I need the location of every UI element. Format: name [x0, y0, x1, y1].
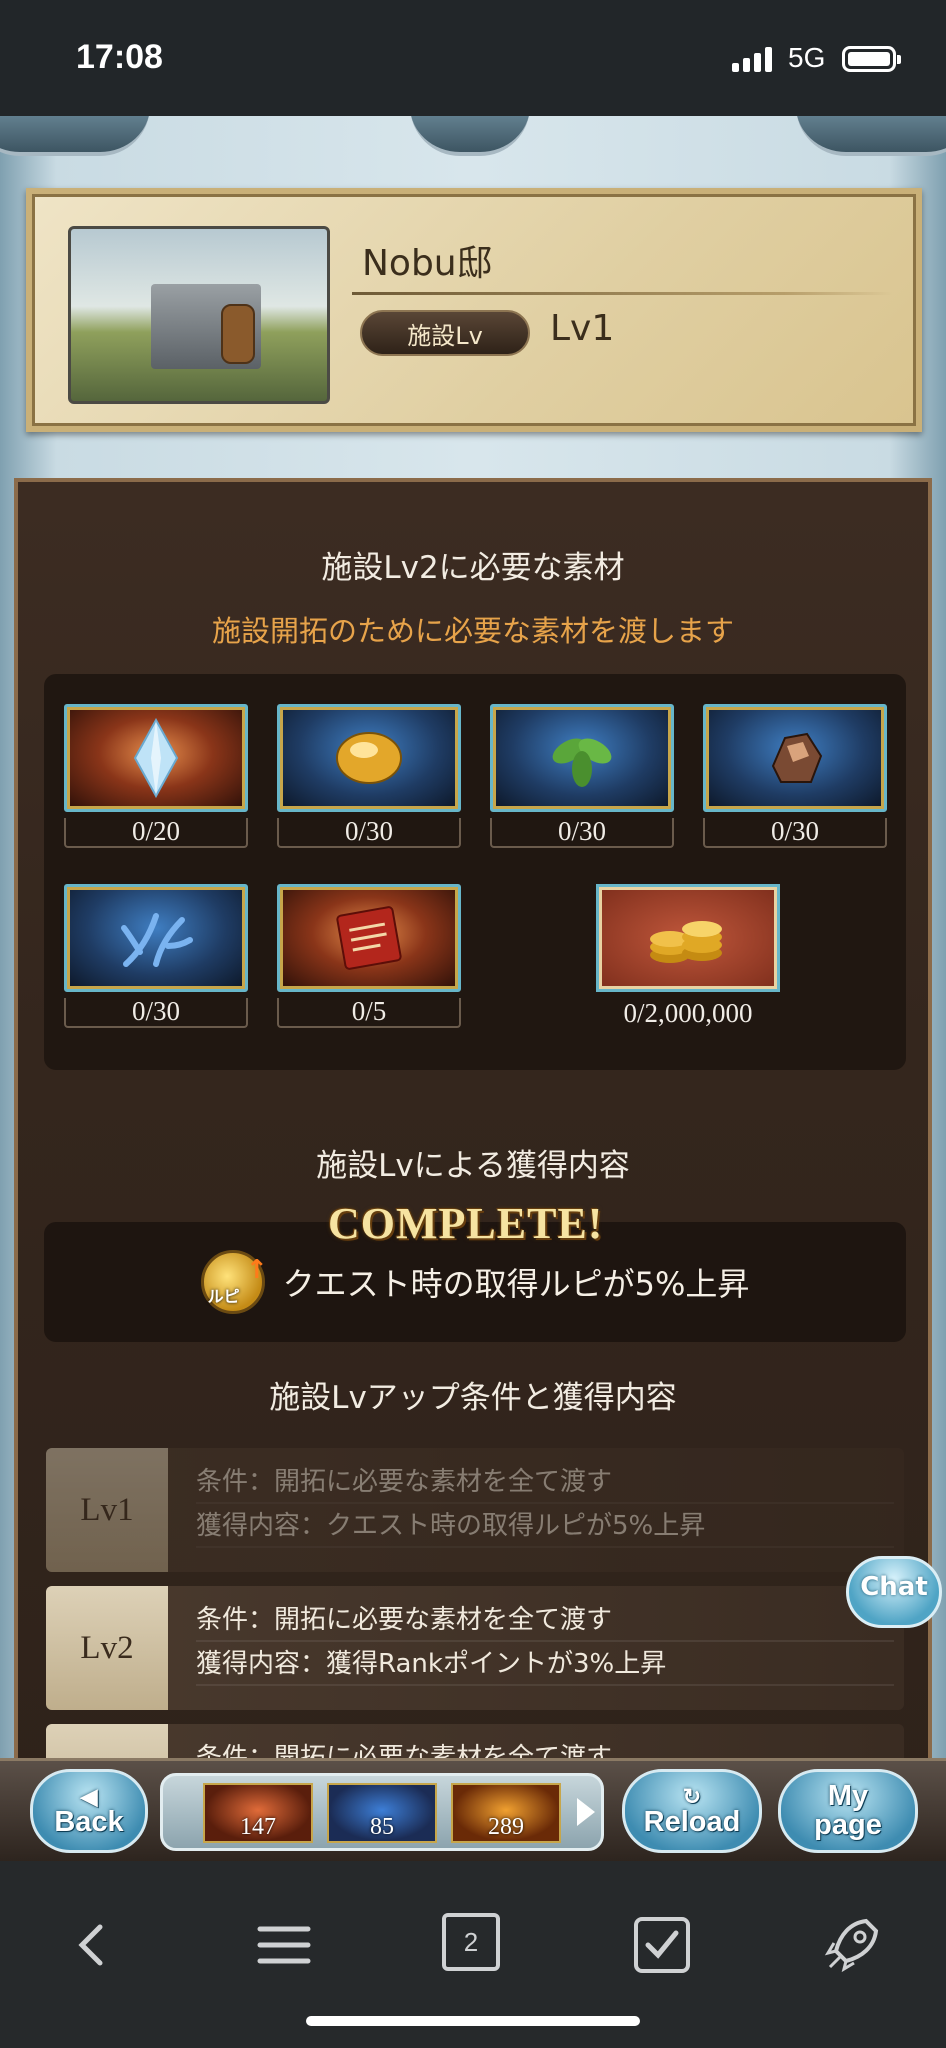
gold-nugget-icon	[336, 732, 402, 784]
divider	[352, 292, 892, 295]
battery-icon	[842, 46, 901, 72]
leaf-icon	[552, 738, 612, 787]
mypage-button[interactable]: My page	[778, 1769, 918, 1853]
item-shortcut-strip: 147 85 289	[160, 1773, 604, 1851]
water-item-icon[interactable]: 85	[327, 1783, 437, 1843]
bonus-text: クエスト時の取得ルピが5%上昇	[282, 1265, 750, 1303]
level-row: Lv1 条件：開拓に必要な素材を全て渡す 獲得内容：クエスト時の取得ルピが5%上…	[46, 1448, 904, 1572]
rupie-count: 0/2,000,000	[623, 998, 753, 1028]
network-type: 5G	[788, 42, 826, 73]
level-condition: 条件：開拓に必要な素材を全て渡す	[196, 1598, 894, 1642]
level-condition: 条件：開拓に必要な素材を全て渡す	[196, 1460, 894, 1504]
material-count: 0/30	[703, 818, 887, 848]
materials-subtitle: 施設開拓のために必要な素材を渡します	[211, 614, 734, 648]
material-count: 0/5	[277, 998, 461, 1028]
materials-title: 施設Lv2に必要な素材	[18, 542, 928, 587]
checkbox-icon[interactable]	[630, 1913, 694, 1977]
level-reward: 獲得内容：獲得Rankポイントが3%上昇	[196, 1642, 894, 1686]
crystal-icon	[133, 718, 179, 798]
levelup-title: 施設Lvアップ条件と獲得内容	[18, 1372, 928, 1417]
reload-button[interactable]: ↻ Reload	[622, 1769, 762, 1853]
material-count: 0/30	[64, 998, 248, 1028]
material-item[interactable]: 0/20	[64, 704, 248, 848]
cell-signal-icon	[732, 46, 772, 72]
material-item[interactable]: 0/30	[703, 704, 887, 848]
rupie-up-icon: ↑ ルピ	[200, 1250, 268, 1314]
tabs-button[interactable]: 2	[442, 1913, 500, 1971]
reload-icon: ↻	[682, 1783, 702, 1809]
fire-item-icon[interactable]: 147	[203, 1783, 313, 1843]
back-button[interactable]: ◀ Back	[30, 1769, 148, 1853]
game-view: Nobu邸 施設Lv Lv1 施設Lv2に必要な素材 施設開拓のために必要な素材…	[0, 116, 946, 1861]
frame-ornament-right	[796, 116, 946, 156]
level-label: Lv1	[46, 1448, 168, 1572]
material-count: 0/30	[277, 818, 461, 848]
material-count: 0/30	[490, 818, 674, 848]
materials-box: 0/20 0/30 0/30 0/30 0/30 0/5 0/2,000,000	[44, 674, 906, 1070]
frame-ornament-center	[410, 116, 530, 156]
back-icon[interactable]	[62, 1913, 126, 1977]
material-item[interactable]: 0/30	[490, 704, 674, 848]
rupie-item[interactable]: 0/2,000,000	[596, 884, 780, 1029]
light-item-icon[interactable]: 289	[451, 1783, 561, 1843]
rocket-icon[interactable]	[820, 1913, 884, 1977]
strip-next-arrow-icon[interactable]	[577, 1798, 595, 1826]
level-label: Lv2	[46, 1586, 168, 1710]
home-indicator	[306, 2016, 640, 2026]
rupie-coins-icon	[650, 921, 722, 963]
game-nav-bar: ◀ Back 147 85 289 ↻ Reload My page	[0, 1758, 946, 1861]
material-item[interactable]: 0/5	[277, 884, 461, 1028]
complete-stamp: COMPLETE!	[328, 1199, 604, 1248]
clock: 17:08	[76, 38, 163, 76]
scroll-icon	[336, 906, 402, 970]
facility-lv-badge: 施設Lv	[360, 310, 530, 356]
ore-icon	[771, 732, 823, 783]
material-item[interactable]: 0/30	[64, 884, 248, 1028]
material-count: 0/20	[64, 818, 248, 848]
back-arrow-icon: ◀	[80, 1783, 98, 1809]
facility-name: Nobu邸	[362, 243, 493, 284]
level-row: Lv2 条件：開拓に必要な素材を全て渡す 獲得内容：獲得Rankポイントが3%上…	[46, 1586, 904, 1710]
material-item[interactable]: 0/30	[277, 704, 461, 848]
coral-icon	[121, 913, 193, 967]
level-reward: 獲得内容：クエスト時の取得ルピが5%上昇	[196, 1504, 894, 1548]
menu-icon[interactable]	[252, 1913, 316, 1977]
bonus-title: 施設Lvによる獲得内容	[18, 1140, 928, 1185]
facility-lv-value: Lv1	[550, 308, 615, 349]
chat-button[interactable]: Chat	[846, 1556, 942, 1628]
facility-panel: 施設Lv2に必要な素材 施設開拓のために必要な素材を渡します 0/20 0/30…	[14, 478, 932, 1861]
facility-thumbnail	[68, 226, 330, 404]
frame-ornament-left	[0, 116, 150, 156]
status-bar: 17:08 5G	[0, 0, 946, 116]
facility-card: Nobu邸 施設Lv Lv1	[26, 188, 922, 432]
